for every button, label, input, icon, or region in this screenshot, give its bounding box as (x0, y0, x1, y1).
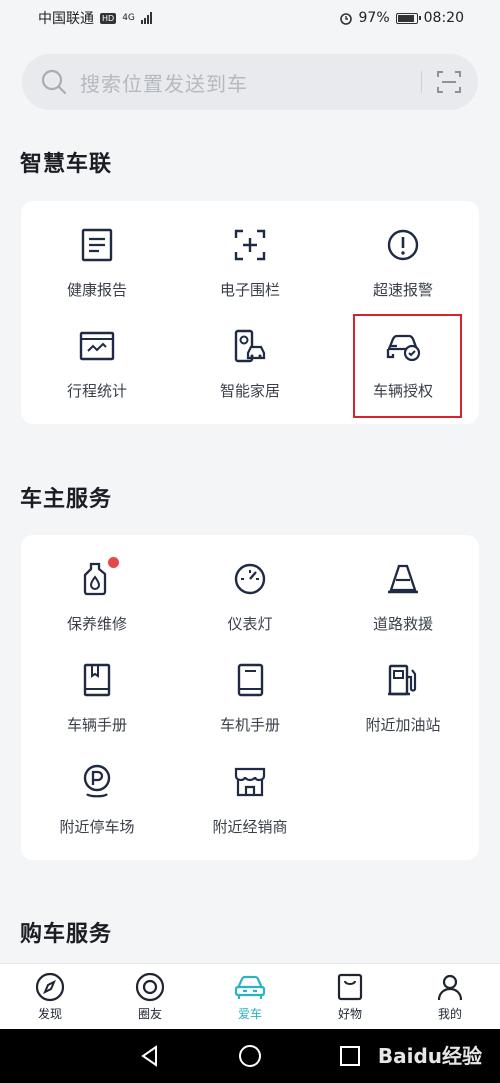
parking-icon (77, 762, 117, 802)
grid-item-trip-stats[interactable]: 行程统计 (21, 326, 173, 401)
grid-item-label: 智能家居 (219, 382, 280, 400)
grid-item-label: 电子围栏 (219, 281, 280, 299)
grid-item-maintenance[interactable]: 保养维修 (21, 557, 173, 634)
signal-icon (140, 12, 152, 24)
manual-icon (230, 660, 270, 700)
grid-item-speed-alert[interactable]: 超速报警 (327, 225, 479, 300)
tab-goods[interactable]: 好物 (300, 964, 400, 1029)
grid-item-road-rescue[interactable]: 道路救援 (327, 559, 479, 634)
grid-item-vehicle-manual[interactable]: 车辆手册 (21, 660, 173, 735)
search-bar[interactable]: 搜索位置发送到车 (22, 54, 478, 110)
circle-icon (135, 972, 165, 1002)
grid-item-label: 附近经销商 (212, 818, 288, 836)
section-title-purchase: 购车服务 (20, 922, 113, 947)
grid-item-label: 附近停车场 (59, 818, 135, 836)
tab-label: 爱车 (237, 1007, 262, 1021)
grid-item-dealer[interactable]: 附近经销商 (174, 762, 326, 837)
network-label: 4G (122, 13, 135, 23)
grid-item-head-unit-manual[interactable]: 车机手册 (174, 660, 326, 735)
car-icon (234, 975, 266, 999)
tab-label: 发现 (37, 1007, 62, 1021)
grid-item-label: 超速报警 (372, 281, 433, 299)
recents-icon[interactable] (339, 1045, 361, 1067)
grid-item-label: 附近加油站 (365, 716, 441, 734)
bottom-tab-bar: 发现 圈友 爱车 好物 我的 (0, 963, 500, 1029)
tab-mine[interactable]: 我的 (400, 964, 500, 1029)
watermark-logo: Baidu经验 (377, 1044, 482, 1068)
status-bar: 中国联通 HD 4G 97% 08:20 (0, 0, 500, 36)
grid-item-label: 健康报告 (66, 281, 127, 299)
user-icon (437, 974, 463, 1001)
grid-item-label: 道路救援 (372, 615, 433, 633)
search-divider (421, 71, 422, 93)
carrier-label: 中国联通 (38, 11, 94, 27)
cone-icon (383, 559, 423, 599)
grid-item-gas-station[interactable]: 附近加油站 (327, 660, 479, 735)
grid-item-label: 行程统计 (66, 382, 127, 400)
scan-icon[interactable] (436, 69, 462, 95)
compass-icon (35, 972, 65, 1002)
smart-home-icon (230, 326, 270, 366)
tab-label: 圈友 (137, 1007, 162, 1021)
grid-item-label: 车辆手册 (66, 716, 127, 734)
grid-item-geofence[interactable]: 电子围栏 (174, 225, 326, 300)
tab-my-car[interactable]: 爱车 (200, 964, 300, 1029)
search-placeholder: 搜索位置发送到车 (80, 71, 248, 96)
hd-badge: HD (100, 12, 117, 24)
battery-icon (395, 12, 421, 24)
book-icon (77, 660, 117, 700)
home-icon[interactable] (238, 1044, 262, 1068)
section-title-smart: 智慧车联 (20, 152, 113, 177)
section-title-owner: 车主服务 (20, 487, 113, 512)
tab-label: 我的 (437, 1007, 462, 1021)
highlight-box (353, 314, 462, 418)
tab-label: 好物 (337, 1007, 362, 1021)
search-icon (41, 69, 67, 95)
notification-dot (108, 557, 119, 568)
owner-card: 保养维修 仪表灯 道路救援 车辆手册 车机手册 附近加油站 附近停车场 附近经销… (21, 535, 479, 860)
alarm-icon (339, 13, 352, 25)
oil-icon (77, 557, 119, 599)
tab-circle[interactable]: 圈友 (100, 964, 200, 1029)
geofence-icon (230, 225, 270, 265)
grid-item-label: 车机手册 (219, 716, 280, 734)
trip-stats-icon (77, 326, 117, 366)
fuel-icon (383, 660, 423, 700)
report-icon (77, 225, 117, 265)
grid-item-health-report[interactable]: 健康报告 (21, 225, 173, 300)
grid-item-dashboard-lights[interactable]: 仪表灯 (174, 559, 326, 634)
back-icon[interactable] (139, 1045, 161, 1067)
grid-item-parking[interactable]: 附近停车场 (21, 762, 173, 837)
alert-icon (383, 225, 423, 265)
dealer-icon (230, 762, 270, 802)
grid-item-smart-home[interactable]: 智能家居 (174, 326, 326, 401)
shop-icon (337, 973, 363, 1001)
grid-item-label: 仪表灯 (227, 615, 273, 633)
clock: 08:20 (423, 10, 464, 26)
grid-item-label: 保养维修 (66, 615, 127, 633)
gauge-icon (230, 559, 270, 599)
tab-discover[interactable]: 发现 (0, 964, 100, 1029)
battery-percent: 97% (358, 10, 390, 26)
